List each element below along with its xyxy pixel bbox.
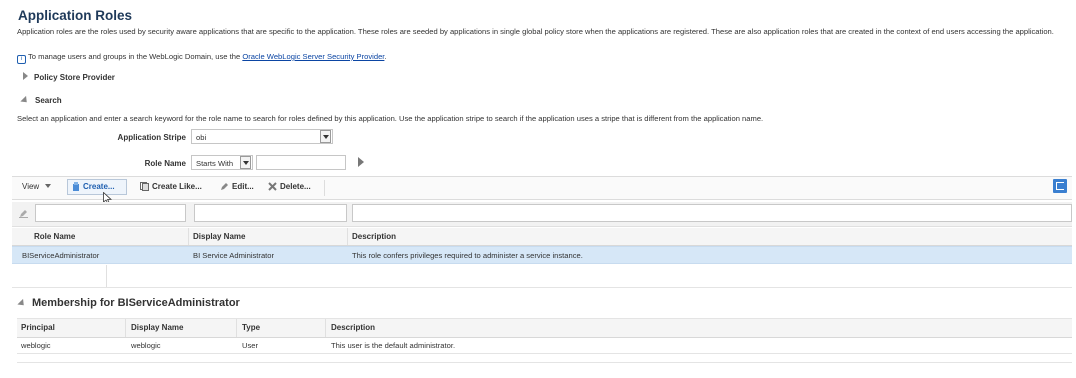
cell-description: This user is the default administrator. <box>331 341 456 350</box>
create-like-button[interactable]: Create Like... <box>140 182 202 193</box>
export-icon[interactable] <box>1053 179 1067 193</box>
column-header-display-name[interactable]: Display Name <box>131 323 183 332</box>
column-header-principal[interactable]: Principal <box>21 323 55 332</box>
chevron-down-icon <box>45 184 52 188</box>
column-divider <box>188 228 189 245</box>
edit-pencil-icon <box>220 182 229 193</box>
table-row[interactable]: weblogic weblogic User This user is the … <box>17 337 1072 354</box>
dropdown-arrow-icon <box>240 156 251 169</box>
delete-x-icon <box>268 182 277 193</box>
create-like-icon <box>140 182 149 193</box>
edit-label: Edit... <box>232 182 254 191</box>
edit-button[interactable]: Edit... <box>220 182 254 193</box>
membership-footer-divider <box>17 362 1072 363</box>
table-footer <box>12 265 1072 288</box>
delete-label: Delete... <box>280 182 311 191</box>
role-name-operator-select[interactable]: Starts With <box>191 155 253 170</box>
cell-display-name: weblogic <box>131 341 161 350</box>
create-label: Create... <box>83 182 115 191</box>
create-icon <box>72 182 80 193</box>
page-description: Application roles are the roles used by … <box>17 27 1054 36</box>
search-description: Select an application and enter a search… <box>17 114 764 123</box>
delete-button[interactable]: Delete... <box>268 182 311 193</box>
create-like-label: Create Like... <box>152 182 202 191</box>
collapse-triangle-icon <box>20 95 30 106</box>
column-header-display-name[interactable]: Display Name <box>193 232 245 241</box>
application-stripe-value: obi <box>196 133 207 142</box>
search-label: Search <box>35 96 62 105</box>
filter-role-name-input[interactable] <box>35 204 186 222</box>
membership-section-header[interactable]: Membership for BIServiceAdministrator <box>17 297 240 309</box>
expand-triangle-icon <box>23 72 28 80</box>
weblogic-security-provider-link[interactable]: Oracle WebLogic Server Security Provider <box>242 52 384 61</box>
view-menu[interactable]: View <box>22 182 52 191</box>
role-name-label: Role Name <box>144 159 186 168</box>
filter-description-input[interactable] <box>352 204 1072 222</box>
search-section-header[interactable]: Search <box>20 95 62 106</box>
info-icon: i <box>17 55 26 64</box>
column-divider <box>125 319 126 337</box>
cell-principal: weblogic <box>21 341 51 350</box>
role-name-operator-value: Starts With <box>196 159 234 168</box>
cell-type: User <box>242 341 259 350</box>
application-stripe-select[interactable]: obi <box>191 129 333 144</box>
membership-table-header: Principal Display Name Type Description <box>17 318 1072 338</box>
column-divider <box>236 319 237 337</box>
application-stripe-label: Application Stripe <box>117 133 186 142</box>
cell-role-name: BIServiceAdministrator <box>22 251 100 260</box>
column-divider <box>347 228 348 245</box>
column-header-role-name[interactable]: Role Name <box>34 232 75 241</box>
policy-store-provider-label: Policy Store Provider <box>34 73 115 82</box>
toolbar-divider <box>324 180 325 196</box>
column-divider <box>325 319 326 337</box>
policy-store-provider-header[interactable]: Policy Store Provider <box>23 72 115 82</box>
table-row[interactable]: BIServiceAdministrator BI Service Admini… <box>12 246 1072 264</box>
filter-clear-icon[interactable] <box>19 209 28 220</box>
cell-display-name: BI Service Administrator <box>193 251 275 260</box>
filter-row <box>12 202 1072 227</box>
manage-users-note: i To manage users and groups in the WebLo… <box>17 52 387 64</box>
column-header-description[interactable]: Description <box>331 323 375 332</box>
dropdown-arrow-icon <box>320 130 331 143</box>
column-header-type[interactable]: Type <box>242 323 260 332</box>
column-divider <box>106 265 107 287</box>
column-header-description[interactable]: Description <box>352 232 396 241</box>
cell-description: This role confers privileges required to… <box>352 251 583 260</box>
membership-title: Membership for BIServiceAdministrator <box>32 297 240 309</box>
manage-suffix: . <box>384 52 387 61</box>
go-arrow-icon[interactable] <box>358 157 364 167</box>
view-menu-label: View <box>22 182 40 191</box>
filter-display-name-input[interactable] <box>194 204 347 222</box>
manage-prefix: To manage users and groups in the WebLog… <box>28 52 241 61</box>
roles-toolbar: View Create... Create Like... Edit... De… <box>12 176 1072 200</box>
collapse-triangle-icon <box>17 298 27 309</box>
role-name-input[interactable] <box>256 155 346 170</box>
page-title: Application Roles <box>18 8 133 23</box>
roles-table-header: Role Name Display Name Description <box>12 228 1072 246</box>
